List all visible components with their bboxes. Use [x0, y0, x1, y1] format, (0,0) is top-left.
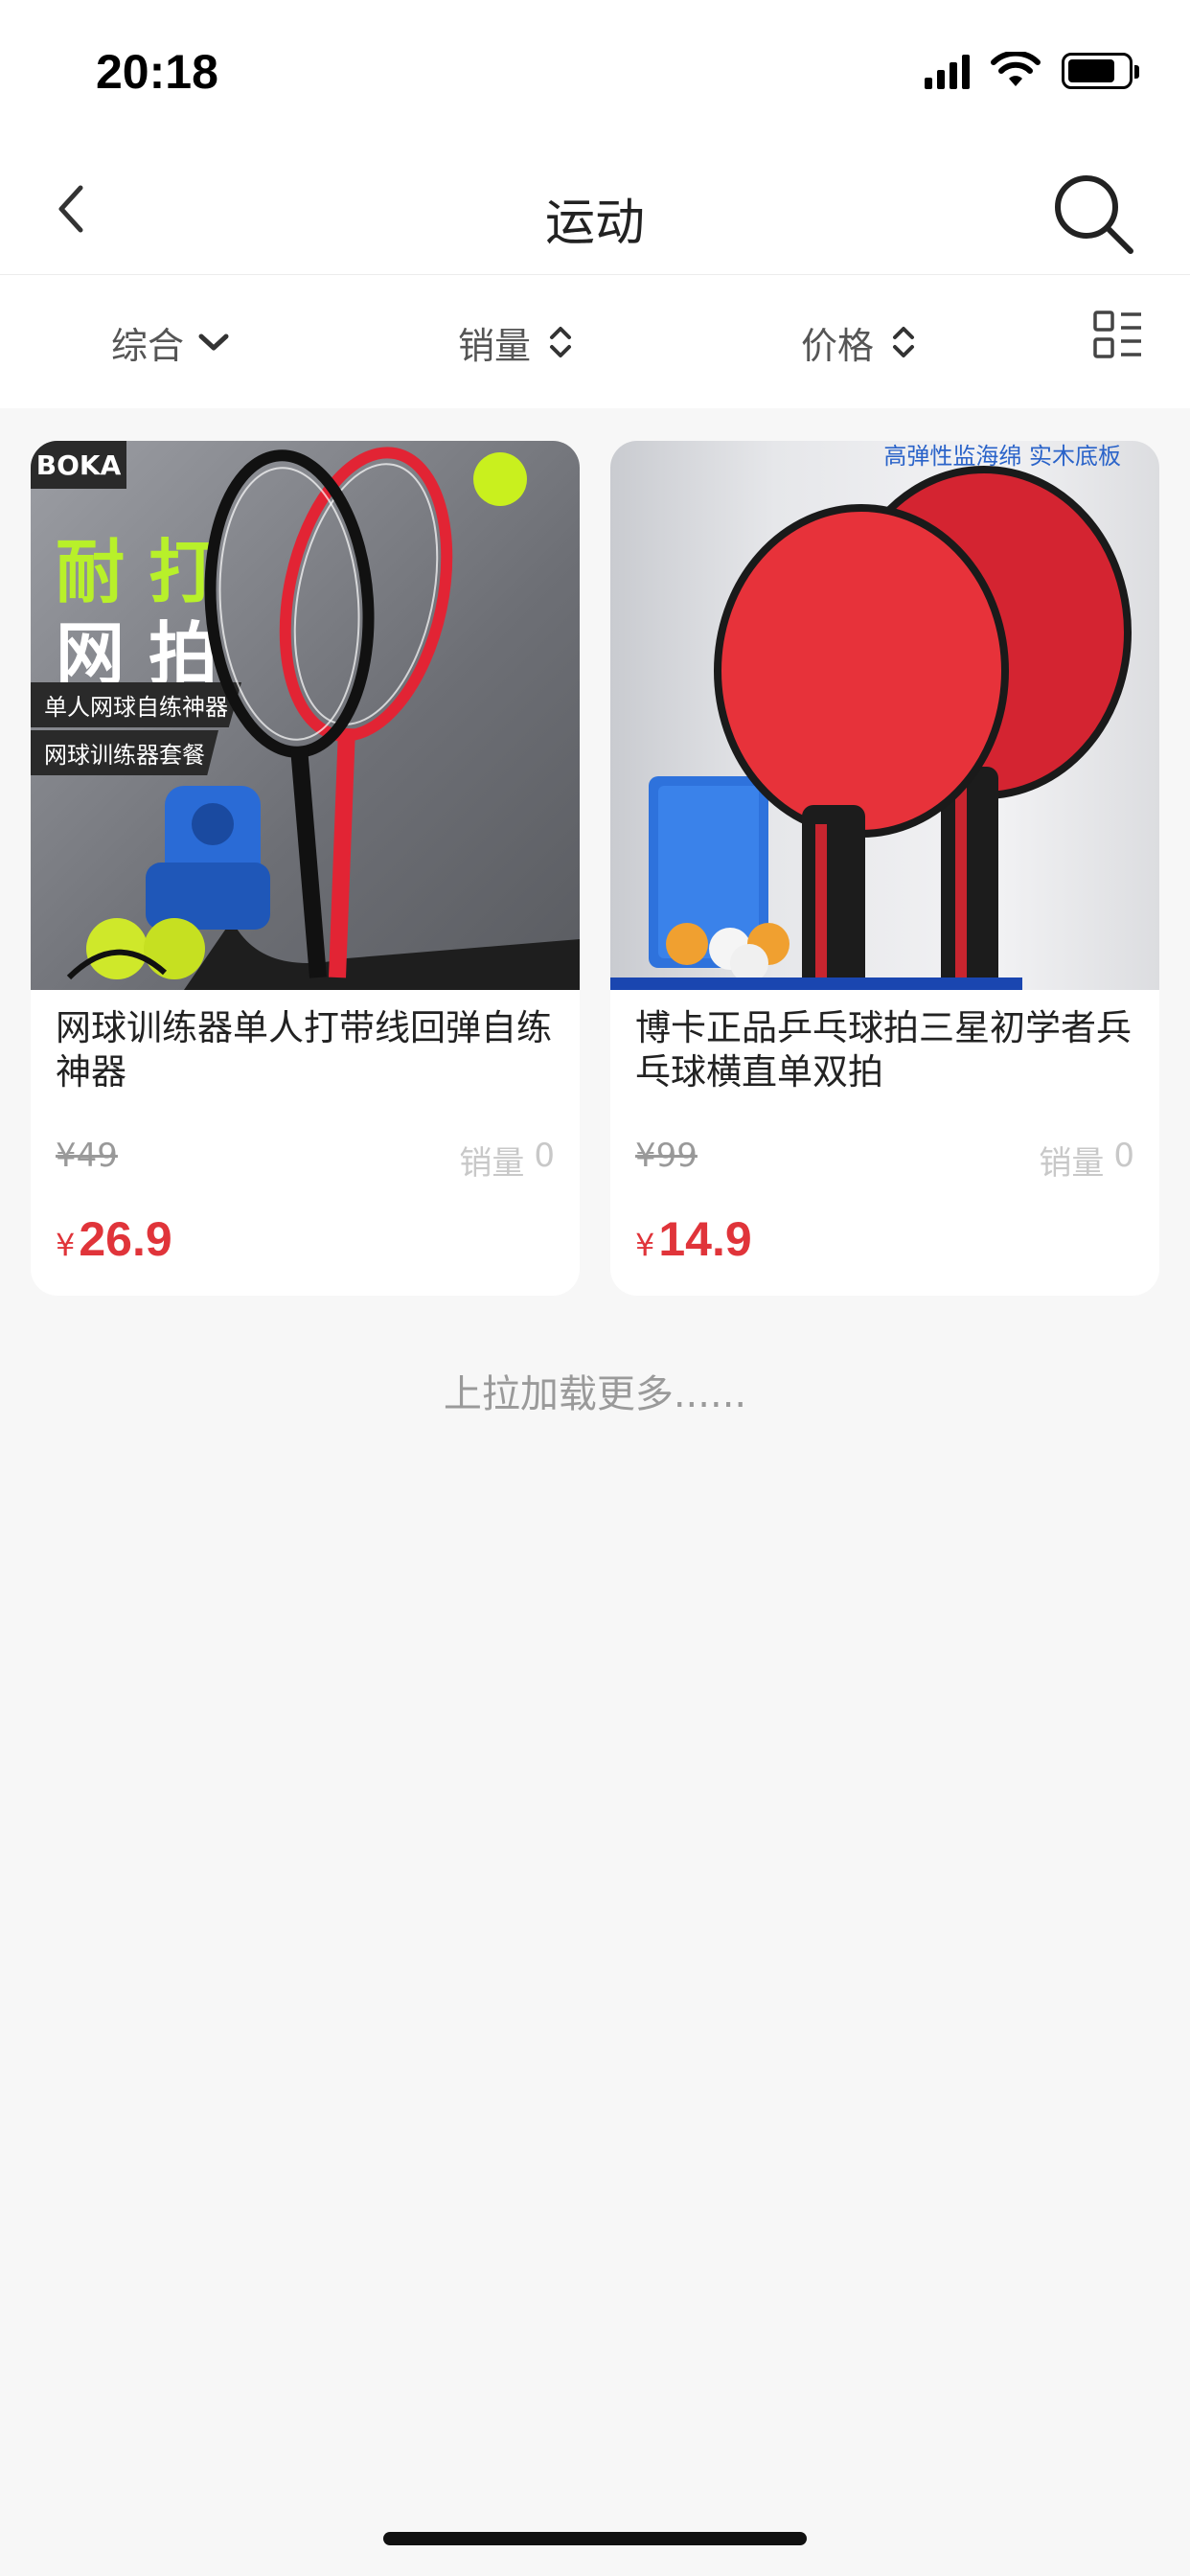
- status-icons: [925, 52, 1139, 90]
- filter-label: 销量: [458, 324, 532, 367]
- filter-comprehensive[interactable]: 综合: [111, 313, 230, 371]
- product-title: 网球训练器单人打带线回弹自练神器: [56, 1007, 552, 1092]
- sales-label: 销量: [459, 1144, 525, 1183]
- sort-updown-icon: [893, 327, 915, 357]
- cellular-signal-icon: [925, 53, 970, 89]
- price-value: 14.9: [658, 1212, 752, 1266]
- load-more-hint: 上拉加载更多......: [443, 1372, 747, 1416]
- sales-label: 销量: [1039, 1144, 1105, 1183]
- filter-label: 价格: [801, 324, 875, 367]
- sort-updown-icon: [550, 327, 572, 357]
- wifi-icon: [991, 52, 1041, 86]
- filter-bar: 综合 销量 价格: [0, 274, 1190, 408]
- sale-price: ¥ 14.9: [635, 1211, 752, 1267]
- table-tennis-paddles-illustration: [610, 466, 1132, 990]
- sales-count: 0: [534, 1137, 555, 1175]
- sales-count: 0: [1113, 1137, 1134, 1175]
- tennis-rackets-illustration: [66, 447, 580, 990]
- chevron-down-icon: [198, 334, 229, 351]
- product-title: 博卡正品乒乓球拍三星初学者兵乓球横直单双拍: [635, 1007, 1132, 1092]
- currency-symbol: ¥: [56, 1227, 76, 1263]
- home-indicator[interactable]: [383, 2532, 807, 2545]
- price-value: 26.9: [79, 1212, 172, 1266]
- product-image[interactable]: BOKA 耐 打 网 拍 单人网球自练神器 网球训练器套餐: [31, 441, 580, 990]
- filter-price[interactable]: 价格: [801, 313, 920, 371]
- filter-sales[interactable]: 销量: [458, 313, 577, 371]
- filter-label: 综合: [111, 324, 185, 367]
- original-price: ¥49: [56, 1137, 118, 1175]
- page-title: 运动: [544, 195, 645, 252]
- original-price: ¥99: [635, 1137, 698, 1175]
- sale-price: ¥ 26.9: [56, 1211, 172, 1267]
- battery-icon: [1062, 53, 1139, 89]
- currency-symbol: ¥: [635, 1227, 655, 1263]
- product-image[interactable]: 高弹性监海绵 实木底板: [610, 441, 1159, 990]
- top-bar: 20:18 运动: [0, 0, 1190, 274]
- sales-info: 销量 0: [1039, 1137, 1134, 1184]
- search-icon[interactable]: [1050, 171, 1136, 257]
- sales-info: 销量 0: [459, 1137, 555, 1184]
- status-time: 20:18: [96, 45, 218, 99]
- product-card[interactable]: BOKA 耐 打 网 拍 单人网球自练神器 网球训练器套餐 网球训练器单人打带线…: [31, 441, 580, 1296]
- product-card[interactable]: 高弹性监海绵 实木底板 博卡正品乒乓球拍三星初学者兵乓球横直单双拍 ¥99 销量…: [610, 441, 1159, 1296]
- list-layout-icon[interactable]: [1092, 310, 1144, 361]
- product-grid: BOKA 耐 打 网 拍 单人网球自练神器 网球训练器套餐 网球训练器单人打带线…: [31, 441, 1159, 1298]
